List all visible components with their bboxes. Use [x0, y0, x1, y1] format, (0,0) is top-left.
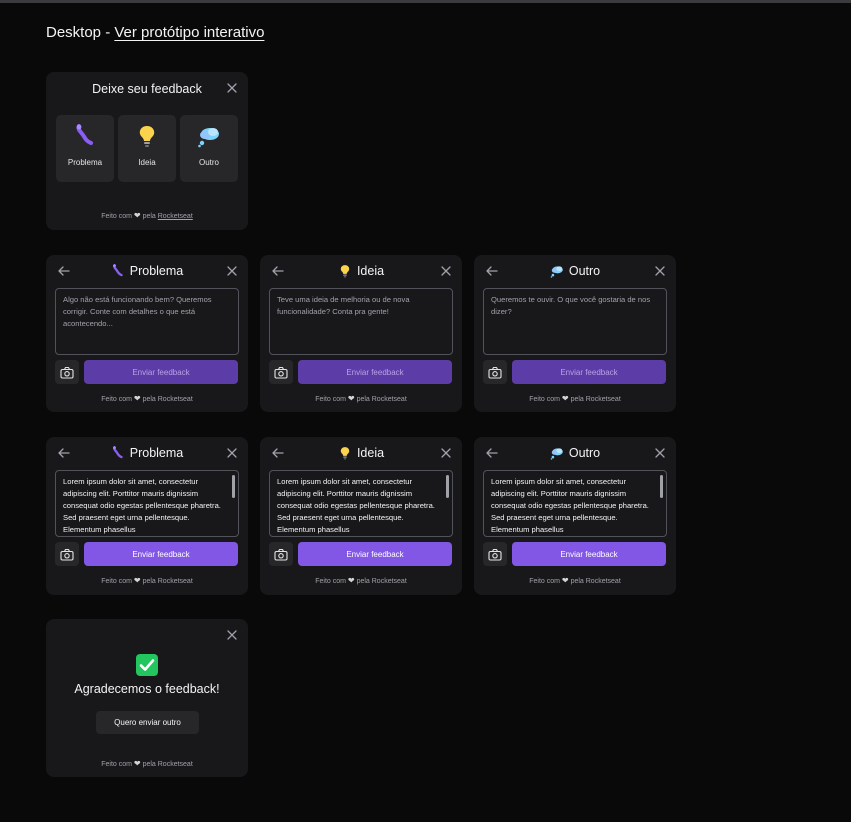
worm-icon [56, 122, 114, 153]
submit-feedback-button[interactable]: Enviar feedback [512, 360, 666, 384]
rocketseat-link[interactable]: Rocketseat [158, 761, 193, 768]
rocketseat-link[interactable]: Rocketseat [586, 578, 621, 585]
textarea-scrollbar[interactable] [446, 475, 449, 498]
form-outro-empty: Outro Queremos te ouvir. O que você gost… [474, 255, 676, 412]
worm-icon [111, 264, 123, 277]
textarea-scrollbar[interactable] [232, 475, 235, 498]
close-icon[interactable] [654, 447, 666, 459]
feedback-textarea[interactable]: Lorem ipsum dolor sit amet, consectetur … [55, 470, 239, 537]
form-ideia-filled: Ideia Lorem ipsum dolor sit amet, consec… [260, 437, 462, 595]
rocketseat-link[interactable]: Rocketseat [158, 396, 193, 403]
close-icon[interactable] [226, 447, 238, 459]
footer: Feito com ❤ pela Rocketseat [315, 394, 407, 403]
type-button-problema[interactable]: Problema [56, 115, 114, 182]
heading-prefix: Desktop - [46, 24, 115, 41]
close-icon[interactable] [654, 265, 666, 277]
form-title: Problema [46, 446, 248, 460]
rocketseat-link[interactable]: Rocketseat [158, 578, 193, 585]
feedback-textarea[interactable]: Algo não está funcionando bem? Queremos … [55, 288, 239, 355]
prototype-link[interactable]: Ver protótipo interativo [114, 24, 264, 41]
heart-icon: ❤ [133, 576, 141, 585]
type-button-ideia[interactable]: Ideia [118, 115, 176, 182]
heart-icon: ❤ [133, 211, 141, 220]
footer: Feito com ❤ pela Rocketseat [101, 211, 193, 220]
submit-feedback-button[interactable]: Enviar feedback [512, 542, 666, 566]
widget-type-selection: Deixe seu feedback Problema Ideia Outro … [46, 72, 248, 230]
worm-icon [111, 446, 123, 459]
footer: Feito com ❤ pela Rocketseat [529, 394, 621, 403]
rocketseat-link[interactable]: Rocketseat [586, 396, 621, 403]
submit-feedback-button[interactable]: Enviar feedback [84, 360, 238, 384]
rocketseat-link[interactable]: Rocketseat [372, 396, 407, 403]
heart-icon: ❤ [347, 394, 355, 403]
heart-icon: ❤ [561, 394, 569, 403]
widget-title: Deixe seu feedback [92, 82, 202, 96]
rocketseat-link[interactable]: Rocketseat [158, 213, 193, 220]
camera-icon[interactable] [269, 360, 293, 384]
feedback-textarea[interactable]: Teve uma ideia de melhoria ou de nova fu… [269, 288, 453, 355]
footer: Feito com ❤ pela Rocketseat [101, 394, 193, 403]
lightbulb-icon [340, 447, 350, 460]
thought-bubble-icon [550, 266, 563, 278]
heart-icon: ❤ [133, 394, 141, 403]
textarea-scrollbar[interactable] [660, 475, 663, 498]
camera-icon[interactable] [483, 542, 507, 566]
form-title: Outro [474, 446, 676, 460]
form-title: Outro [474, 264, 676, 278]
heart-icon: ❤ [561, 576, 569, 585]
form-title: Ideia [260, 264, 462, 278]
close-icon[interactable] [226, 265, 238, 277]
thought-bubble-icon [550, 448, 563, 460]
type-label: Problema [67, 158, 103, 167]
footer: Feito com ❤ pela Rocketseat [101, 759, 193, 768]
submit-feedback-button[interactable]: Enviar feedback [84, 542, 238, 566]
type-label: Outro [198, 158, 219, 167]
camera-icon[interactable] [269, 542, 293, 566]
rocketseat-link[interactable]: Rocketseat [372, 578, 407, 585]
widget-success: Agradecemos o feedback! Quero enviar out… [46, 619, 248, 777]
form-title: Ideia [260, 446, 462, 460]
form-problema-filled: Problema Lorem ipsum dolor sit amet, con… [46, 437, 248, 595]
feedback-textarea[interactable]: Queremos te ouvir. O que você gostaria d… [483, 288, 667, 355]
form-outro-filled: Outro Lorem ipsum dolor sit amet, consec… [474, 437, 676, 595]
form-title: Problema [46, 264, 248, 278]
heart-icon: ❤ [133, 759, 141, 768]
camera-icon[interactable] [55, 360, 79, 384]
success-title: Agradecemos o feedback! [74, 682, 220, 696]
footer: Feito com ❤ pela Rocketseat [529, 576, 621, 585]
lightbulb-icon [118, 124, 176, 153]
submit-feedback-button[interactable]: Enviar feedback [298, 542, 452, 566]
thought-bubble-icon [180, 124, 238, 153]
type-button-outro[interactable]: Outro [180, 115, 238, 182]
close-icon[interactable] [226, 82, 238, 94]
window-top-border [0, 0, 851, 3]
camera-icon[interactable] [483, 360, 507, 384]
feedback-textarea[interactable]: Lorem ipsum dolor sit amet, consectetur … [483, 470, 667, 537]
send-another-button[interactable]: Quero enviar outro [96, 711, 199, 734]
heart-icon: ❤ [347, 576, 355, 585]
type-label: Ideia [138, 158, 156, 167]
footer: Feito com ❤ pela Rocketseat [315, 576, 407, 585]
close-icon[interactable] [226, 629, 238, 641]
submit-feedback-button[interactable]: Enviar feedback [298, 360, 452, 384]
close-icon[interactable] [440, 265, 452, 277]
camera-icon[interactable] [55, 542, 79, 566]
footer: Feito com ❤ pela Rocketseat [101, 576, 193, 585]
feedback-textarea[interactable]: Lorem ipsum dolor sit amet, consectetur … [269, 470, 453, 537]
check-icon [46, 653, 248, 677]
lightbulb-icon [340, 265, 350, 278]
form-problema-empty: Problema Algo não está funcionando bem? … [46, 255, 248, 412]
close-icon[interactable] [440, 447, 452, 459]
form-ideia-empty: Ideia Teve uma ideia de melhoria ou de n… [260, 255, 462, 412]
page-heading: Desktop - Ver protótipo interativo [46, 24, 264, 41]
